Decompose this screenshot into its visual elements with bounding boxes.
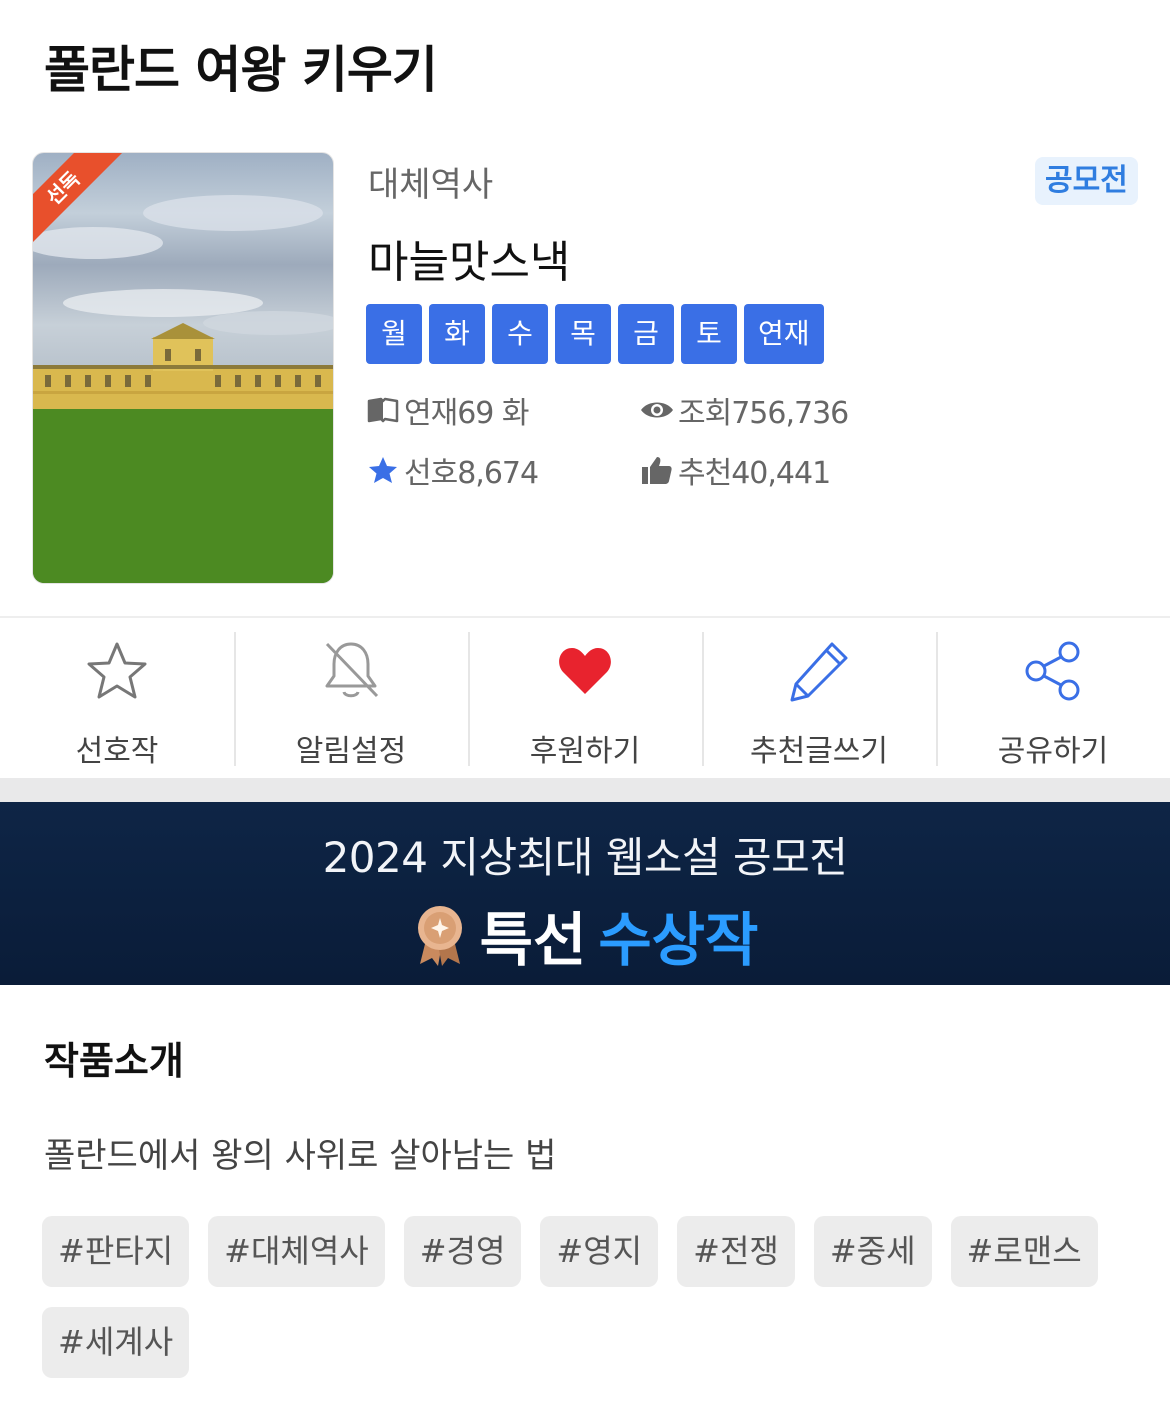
banner-contest-title: 2024 지상최대 웹소설 공모전 xyxy=(322,833,848,882)
medal-icon xyxy=(412,904,468,966)
tag-chip[interactable]: #세계사 xyxy=(42,1307,190,1378)
day-chip-sat: 토 xyxy=(681,304,737,364)
tag-chip[interactable]: #전쟁 xyxy=(677,1216,795,1287)
contest-badge: 공모전 xyxy=(1035,157,1138,205)
day-chip-tue: 화 xyxy=(429,304,485,364)
heart-icon xyxy=(550,636,620,706)
serial-days: 월 화 수 목 금 토 연재 xyxy=(366,304,824,364)
tag-list: #판타지 #대체역사 #경영 #영지 #전쟁 #중세 #로맨스 #세계사 xyxy=(42,1216,1132,1378)
cover-image[interactable]: 선독 xyxy=(32,152,334,584)
tag-chip[interactable]: #중세 xyxy=(813,1216,932,1287)
share-icon xyxy=(1018,636,1088,706)
page-title: 폴란드 여왕 키우기 xyxy=(44,41,438,99)
exclusive-corner-badge: 선독 xyxy=(33,153,133,253)
book-icon xyxy=(366,395,400,425)
banner-award-winner: 수상작 xyxy=(598,906,759,974)
genre-label[interactable]: 대체역사 xyxy=(368,157,493,206)
bell-off-icon xyxy=(316,636,386,706)
share-button[interactable]: 공유하기 xyxy=(936,618,1170,778)
stat-favorites-text: 선호8,674 xyxy=(404,456,539,491)
banner-award-row: 특선 수상작 xyxy=(0,893,1170,977)
stat-recommends-text: 추천40,441 xyxy=(678,456,831,491)
banner-award-special: 특선 xyxy=(479,906,587,974)
eye-icon xyxy=(640,395,674,425)
alarm-label: 알림설정 xyxy=(295,734,407,769)
stat-episodes-text: 연재69 화 xyxy=(404,396,530,431)
contest-award-banner[interactable]: 2024 지상최대 웹소설 공모전 특선 수상작 xyxy=(0,802,1170,985)
stat-episodes: 연재69 화 xyxy=(366,388,530,432)
stat-views-text: 조회756,736 xyxy=(678,396,849,431)
intro-text: 폴란드에서 왕의 사위로 살아남는 법 xyxy=(44,1136,557,1176)
star-outline-icon xyxy=(82,636,152,706)
share-label: 공유하기 xyxy=(997,734,1109,769)
action-bar: 선호작 알림설정 후원하기 추천글쓰기 공유하기 xyxy=(0,618,1170,778)
tag-chip[interactable]: #대체역사 xyxy=(208,1216,385,1287)
support-button[interactable]: 후원하기 xyxy=(468,618,702,778)
stat-recommends: 추천40,441 xyxy=(640,448,831,492)
day-chip-thu: 목 xyxy=(555,304,611,364)
star-icon xyxy=(366,455,400,485)
pencil-icon xyxy=(784,636,854,706)
favorite-button[interactable]: 선호작 xyxy=(0,618,234,778)
thumbs-up-icon xyxy=(640,455,674,485)
author-name[interactable]: 마늘맛스낵 xyxy=(368,226,570,290)
write-recommend-button[interactable]: 추천글쓰기 xyxy=(702,618,936,778)
day-chip-serial: 연재 xyxy=(744,304,824,364)
section-gap xyxy=(0,778,1170,802)
stat-favorites: 선호8,674 xyxy=(366,448,539,492)
exclusive-corner-label: 선독 xyxy=(33,153,125,250)
day-chip-mon: 월 xyxy=(366,304,422,364)
tag-chip[interactable]: #로맨스 xyxy=(950,1216,1098,1287)
support-label: 후원하기 xyxy=(529,734,641,769)
alarm-button[interactable]: 알림설정 xyxy=(234,618,468,778)
stat-views: 조회756,736 xyxy=(640,388,849,432)
tag-chip[interactable]: #경영 xyxy=(403,1216,522,1287)
favorite-label: 선호작 xyxy=(75,734,159,769)
tag-chip[interactable]: #영지 xyxy=(540,1216,659,1287)
day-chip-wed: 수 xyxy=(492,304,548,364)
write-recommend-label: 추천글쓰기 xyxy=(750,734,888,769)
tag-chip[interactable]: #판타지 xyxy=(42,1216,190,1287)
day-chip-fri: 금 xyxy=(618,304,674,364)
intro-section-title: 작품소개 xyxy=(44,1039,184,1083)
